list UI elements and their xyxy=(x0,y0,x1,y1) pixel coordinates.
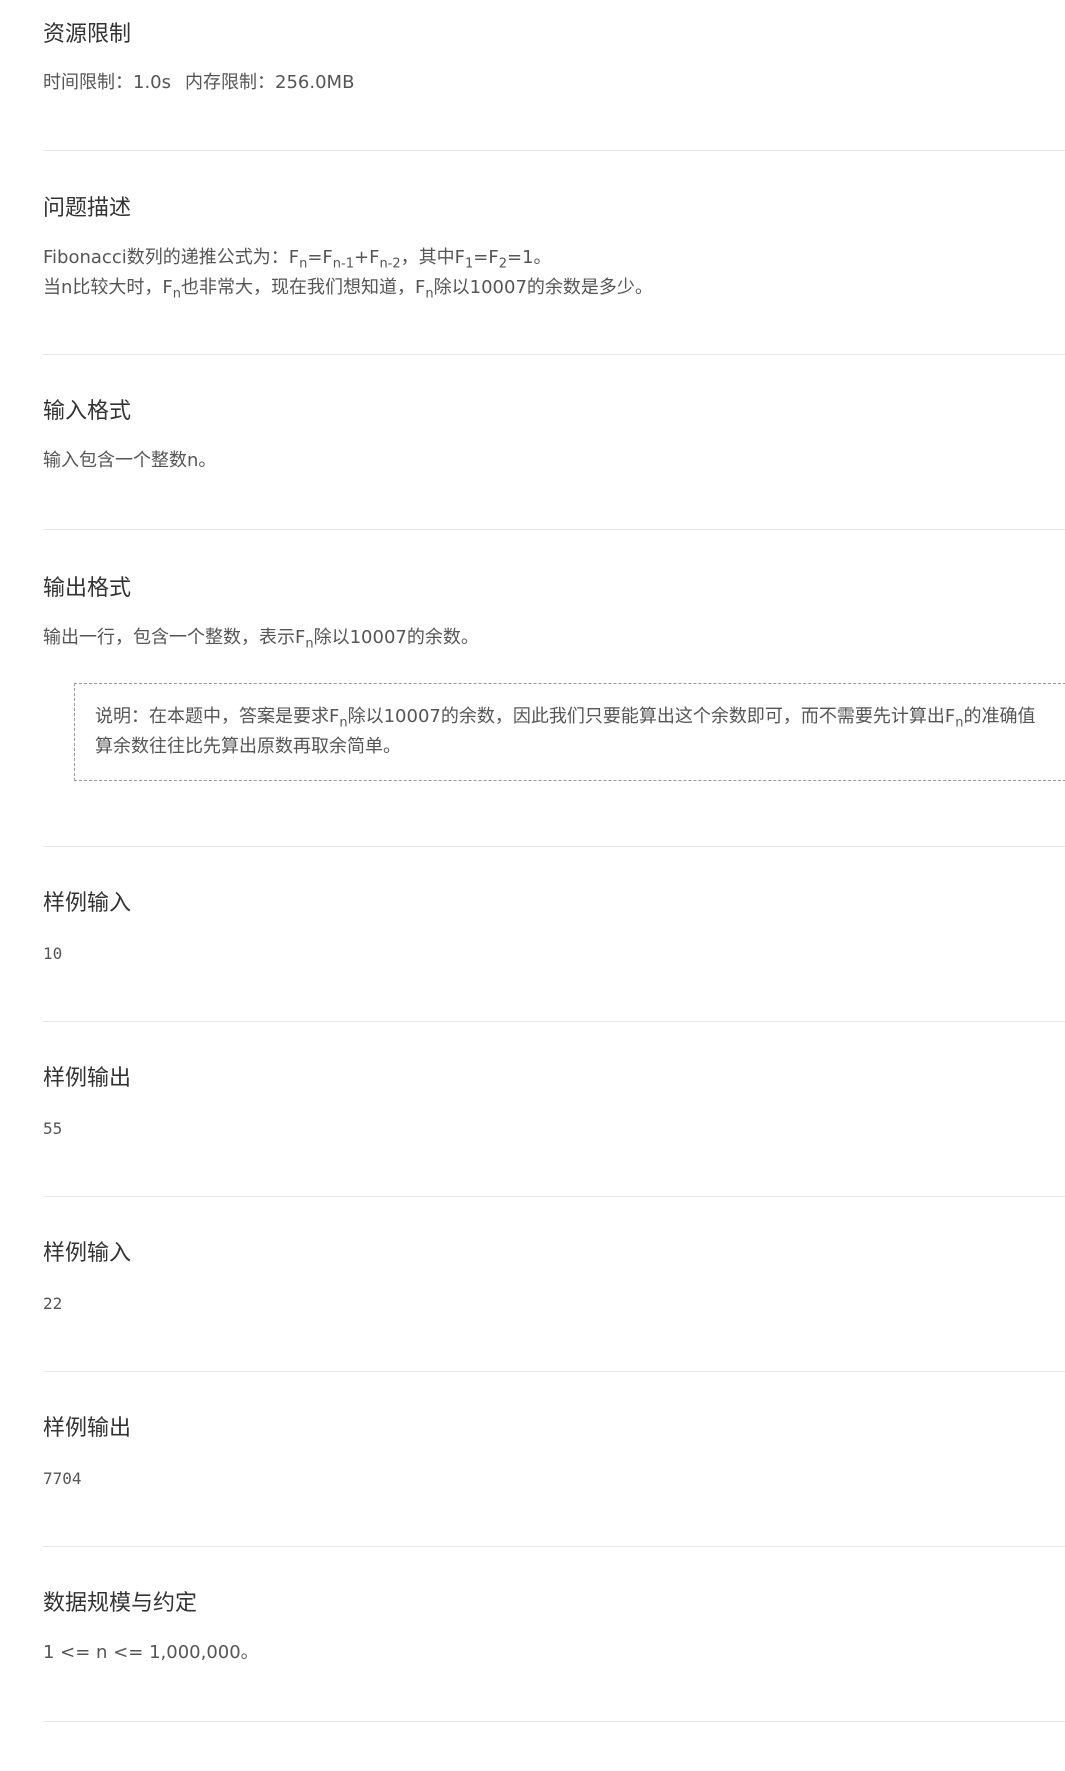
constraints-text: 1 <= n <= 1,000,000。 xyxy=(43,1642,259,1663)
time-limit-label: 时间限制： xyxy=(43,72,133,93)
sample-input-section-1: 样例输入 10 xyxy=(43,847,1065,1022)
sample-input-section-2: 样例输入 22 xyxy=(43,1197,1065,1372)
output-note-line-1: 说明：在本题中，答案是要求Fn除以10007的余数，因此我们只要能算出这个余数即… xyxy=(95,706,1036,731)
resource-limit-section: 资源限制 时间限制：1.0s 内存限制：256.0MB xyxy=(43,0,1065,151)
description-line-2: 当n比较大时，Fn也非常大，现在我们想知道，Fn除以10007的余数是多少。 xyxy=(43,277,653,302)
output-format-text: 输出一行，包含一个整数，表示Fn除以10007的余数。 xyxy=(43,627,479,652)
constraints-section: 数据规模与约定 1 <= n <= 1,000,000。 xyxy=(43,1547,1065,1722)
sample-output-title-1: 样例输出 xyxy=(43,1066,132,1091)
output-format-section: 输出格式 输出一行，包含一个整数，表示Fn除以10007的余数。 说明：在本题中… xyxy=(43,530,1065,847)
sample-input-title-1: 样例输入 xyxy=(43,891,132,916)
resource-limit-text: 时间限制：1.0s 内存限制：256.0MB xyxy=(43,68,354,98)
sample-output-value-1: 55 xyxy=(43,1119,63,1138)
input-format-section: 输入格式 输入包含一个整数n。 xyxy=(43,355,1065,530)
output-note-box: 说明：在本题中，答案是要求Fn除以10007的余数，因此我们只要能算出这个余数即… xyxy=(74,683,1065,781)
output-note-line-2: 算余数往往比先算出原数再取余简单。 xyxy=(95,736,401,757)
input-format-title: 输入格式 xyxy=(43,399,132,424)
memory-limit-label: 内存限制： xyxy=(185,72,276,93)
input-format-text: 输入包含一个整数n。 xyxy=(43,450,217,471)
problem-page: 资源限制 时间限制：1.0s 内存限制：256.0MB 问题描述 Fibonacc… xyxy=(43,0,1065,1722)
resource-limit-title: 资源限制 xyxy=(43,22,132,47)
sample-output-section-1: 样例输出 55 xyxy=(43,1022,1065,1197)
description-section: 问题描述 Fibonacci数列的递推公式为：Fn=Fn-1+Fn-2，其中F1… xyxy=(43,151,1065,355)
sample-input-value-1: 10 xyxy=(43,944,63,963)
description-line-1: Fibonacci数列的递推公式为：Fn=Fn-1+Fn-2，其中F1=F2=1… xyxy=(43,247,552,272)
sample-input-title-2: 样例输入 xyxy=(43,1241,132,1266)
sample-output-value-2: 7704 xyxy=(43,1469,82,1488)
memory-limit-value: 256.0MB xyxy=(275,72,355,93)
sample-output-section-2: 样例输出 7704 xyxy=(43,1372,1065,1547)
time-limit-value: 1.0s xyxy=(133,72,172,93)
description-text: Fibonacci数列的递推公式为：Fn=Fn-1+Fn-2，其中F1=F2=1… xyxy=(43,243,653,303)
output-format-title: 输出格式 xyxy=(43,576,132,601)
description-title: 问题描述 xyxy=(43,196,132,221)
constraints-title: 数据规模与约定 xyxy=(43,1591,198,1616)
sample-output-title-2: 样例输出 xyxy=(43,1416,132,1441)
sample-input-value-2: 22 xyxy=(43,1294,63,1313)
